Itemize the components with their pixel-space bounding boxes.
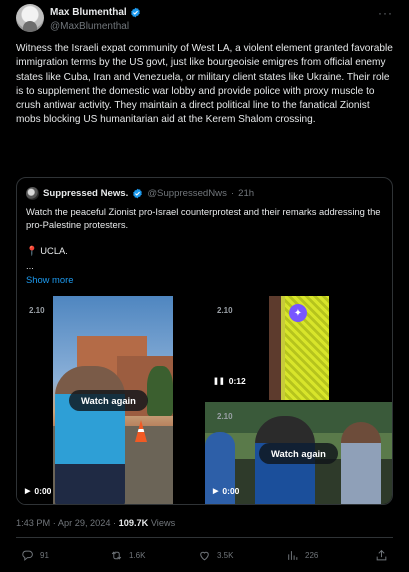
author-handle[interactable]: @MaxBlumenthal [50,21,141,32]
video-control[interactable]: ▶ 0:00 [213,486,239,496]
video-counter: 2.10 [217,306,233,315]
play-icon[interactable]: ▶ [213,487,218,495]
analytics-icon [288,551,298,560]
video-time: 0:12 [228,376,246,386]
quote-author-name[interactable]: Suppressed News. [43,188,128,199]
quote-ellipsis: ... [26,260,34,271]
video-counter: 2.10 [217,412,233,421]
heart-icon [200,551,209,561]
quote-separator: · [230,187,235,199]
video-counter: 2.10 [29,306,45,315]
views-label: Views [148,518,176,528]
like-count: 3.5K [217,551,234,560]
tweet-meta: 1:43 PM · Apr 29, 2024 · 109.7K Views [16,518,175,528]
author-name[interactable]: Max Blumenthal [50,7,127,18]
video-1[interactable]: 2.10 Watch again ▶ 0:00 [17,296,203,504]
author-avatar[interactable] [16,4,44,32]
video-control[interactable]: ▶ 0:00 [25,486,51,496]
share-button[interactable] [375,549,388,562]
play-icon[interactable]: ▶ [25,487,30,495]
video-control[interactable]: ❚❚ 0:12 [213,376,246,386]
watch-again-button[interactable]: Watch again [69,390,148,411]
reply-button[interactable]: 91 [21,549,49,562]
reply-icon [22,550,33,561]
tweet-text: Witness the Israeli expat community of W… [16,43,393,126]
quoted-tweet[interactable]: Suppressed News. @SuppressedNws · 21h Wa… [16,177,393,505]
author-block: Max Blumenthal @MaxBlumenthal [50,5,141,32]
video-2[interactable]: ✦ 2.10 ❚❚ 0:12 [205,296,392,400]
video-3[interactable]: 2.10 Watch again ▶ 0:00 [205,402,392,504]
show-more-link[interactable]: Show more [26,274,73,285]
like-button[interactable]: 3.5K [198,549,233,562]
tweet-timestamp[interactable]: 1:43 PM · Apr 29, 2024 · [16,518,119,528]
quote-verified-badge-icon [133,188,143,198]
quote-location: 📍 UCLA. [26,245,68,256]
views-button[interactable]: 226 [286,549,318,562]
video-time: 0:00 [222,486,240,496]
video-frame-person [55,366,125,504]
author-name-row: Max Blumenthal [50,5,141,19]
verified-badge-icon [130,7,140,17]
quote-avatar[interactable] [26,186,39,200]
repost-button[interactable]: 1.6K [110,549,145,562]
quote-author-handle[interactable]: @SuppressedNws [147,188,227,199]
letterbox-left [17,296,53,504]
reply-count: 91 [40,551,49,560]
video-time: 0:00 [34,486,52,496]
repost-count: 1.6K [129,551,146,560]
letterbox-right [173,296,203,504]
share-icon [376,549,387,561]
views-count: 109.7K [118,518,149,528]
quote-timestamp[interactable]: 21h [238,188,254,199]
ai-sparkle-icon[interactable]: ✦ [289,304,307,322]
repost-icon [111,551,122,560]
video-grid: 2.10 Watch again ▶ 0:00 ✦ 2.10 ❚❚ 0:12 2… [17,296,392,504]
quote-text: Watch the peaceful Zionist pro-Israel co… [26,206,381,230]
views-action-count: 226 [305,551,319,560]
divider [16,537,393,538]
quote-header: Suppressed News. @SuppressedNws · 21h [26,186,254,200]
video-frame-tree [147,366,173,416]
watch-again-button[interactable]: Watch again [259,443,338,464]
action-bar: 91 1.6K 3.5K 226 [0,549,409,565]
video-frame-person [341,422,381,504]
more-options-icon[interactable]: ··· [378,6,393,20]
pause-icon[interactable]: ❚❚ [213,377,225,385]
tweet: Max Blumenthal @MaxBlumenthal ··· Witnes… [0,0,409,572]
